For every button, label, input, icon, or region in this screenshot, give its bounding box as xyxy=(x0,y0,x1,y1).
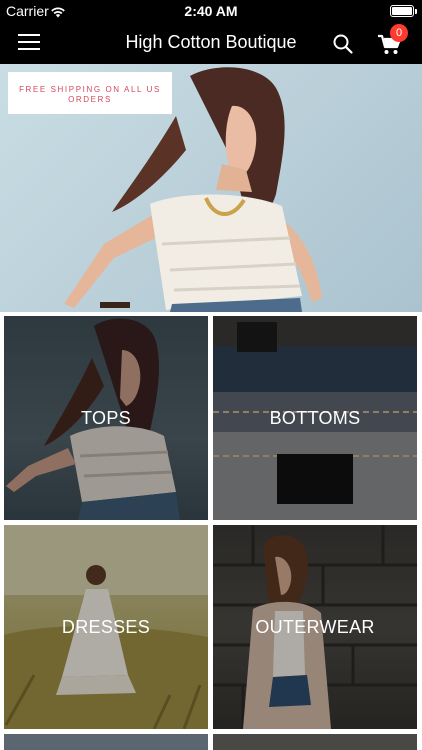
category-label: OUTERWEAR xyxy=(255,617,375,637)
category-label: TOPS xyxy=(81,408,131,428)
app-title: High Cotton Boutique xyxy=(125,32,297,52)
category-tile-partial[interactable] xyxy=(213,734,417,750)
hamburger-menu-icon[interactable] xyxy=(18,34,44,54)
category-tile-tops[interactable]: TOPS xyxy=(4,316,208,520)
clock-time: 2:40 AM xyxy=(184,3,238,19)
category-tile-outerwear[interactable]: OUTERWEAR xyxy=(213,525,417,729)
status-bar: Carrier 2:40 AM xyxy=(0,0,422,22)
free-shipping-banner[interactable]: FREE SHIPPING ON ALL US ORDERS xyxy=(8,72,172,114)
hero-banner[interactable]: FREE SHIPPING ON ALL US ORDERS xyxy=(0,64,422,312)
category-tile-partial[interactable] xyxy=(4,734,208,750)
battery-icon xyxy=(390,5,417,17)
search-icon[interactable] xyxy=(332,33,354,55)
battery-level-fill xyxy=(392,7,412,15)
navigation-bar: High Cotton Boutique 0 xyxy=(0,22,422,64)
category-label: DRESSES xyxy=(61,617,151,637)
cart-count-badge: 0 xyxy=(390,24,408,42)
category-tile-dresses[interactable]: DRESSES xyxy=(4,525,208,729)
category-tile-bottoms[interactable]: BOTTOMS xyxy=(213,316,417,520)
category-label: BOTTOMS xyxy=(269,408,361,428)
